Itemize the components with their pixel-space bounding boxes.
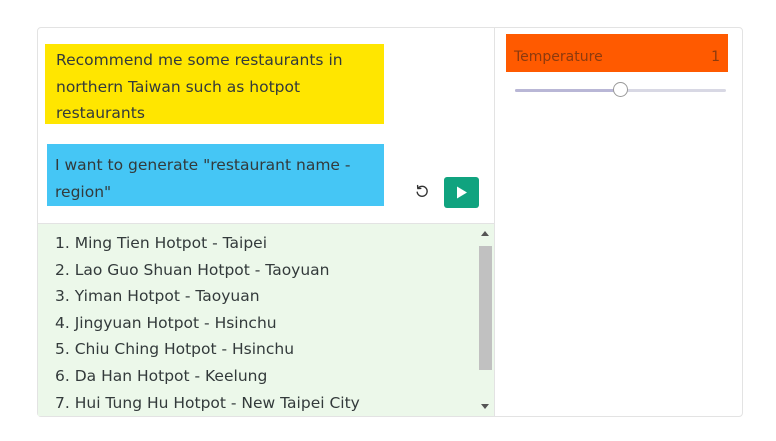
list-item: 5. Chiu Ching Hotpot - Hsinchu xyxy=(55,340,295,359)
rotate-ccw-icon xyxy=(416,184,428,197)
output-scrollbar[interactable] xyxy=(478,224,493,416)
output-list: 1. Ming Tien Hotpot - Taipei 2. Lao Guo … xyxy=(38,224,494,416)
playground-card: Recommend me some restaurants in norther… xyxy=(37,27,743,417)
slider-thumb[interactable] xyxy=(612,82,628,97)
list-item: 4. Jingyuan Hotpot - Hsinchu xyxy=(55,313,277,332)
instruction-line: I want to generate "restaurant name - xyxy=(55,156,351,174)
prompt-line: Recommend me some restaurants in xyxy=(56,51,343,69)
scroll-thumb[interactable] xyxy=(479,246,492,370)
list-item: 1. Ming Tien Hotpot - Taipei xyxy=(55,234,268,252)
prompt-input[interactable]: Recommend me some restaurants in norther… xyxy=(45,44,384,124)
output-panel: 1. Ming Tien Hotpot - Taipei 2. Lao Guo … xyxy=(38,224,494,416)
temperature-slider[interactable] xyxy=(515,82,726,97)
instruction-input[interactable]: I want to generate "restaurant name - re… xyxy=(47,144,384,206)
list-item: 3. Yiman Hotpot - Taoyuan xyxy=(55,287,260,306)
reset-button[interactable] xyxy=(411,180,433,202)
play-icon xyxy=(456,186,467,199)
list-item: 2. Lao Guo Shuan Hotpot - Taoyuan xyxy=(55,260,330,279)
list-item: 7. Hui Tung Hu Hotpot - New Taipei City xyxy=(55,393,360,412)
prompt-line: northern Taiwan such as hotpot xyxy=(56,77,301,96)
scroll-up-arrow-icon[interactable] xyxy=(481,231,489,236)
prompt-line: restaurants xyxy=(56,104,145,122)
list-item: 6. Da Han Hotpot - Keelung xyxy=(55,366,268,385)
temperature-header: Temperature 1 xyxy=(506,34,728,72)
slider-fill xyxy=(515,89,621,92)
vertical-divider xyxy=(494,28,495,416)
temperature-value: 1 xyxy=(711,49,720,65)
instruction-line: region" xyxy=(55,182,112,201)
temperature-label: Temperature xyxy=(514,49,603,65)
run-button[interactable] xyxy=(444,177,479,208)
scroll-down-arrow-icon[interactable] xyxy=(481,404,489,409)
